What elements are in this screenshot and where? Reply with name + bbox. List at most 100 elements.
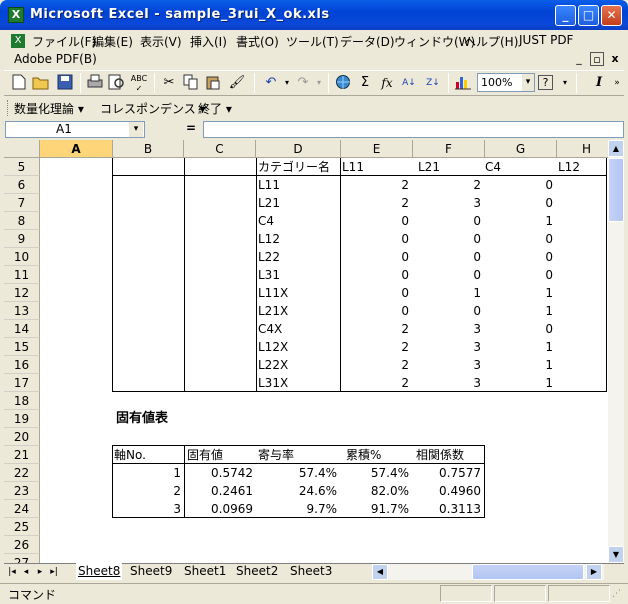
- new-file-icon[interactable]: [10, 74, 28, 92]
- help-icon[interactable]: ?: [538, 75, 553, 90]
- sheet-tab-sheet1[interactable]: Sheet1: [182, 563, 228, 580]
- row-header[interactable]: 7: [4, 194, 40, 212]
- table-cell[interactable]: 3: [413, 194, 481, 212]
- redo-dropdown-icon[interactable]: ▾: [310, 74, 328, 92]
- table-cell[interactable]: 2: [341, 374, 409, 392]
- table-cell[interactable]: 0.7577: [413, 464, 481, 482]
- row-header[interactable]: 15: [4, 338, 40, 356]
- table-cell[interactable]: 1: [485, 212, 553, 230]
- name-box[interactable]: A1: [5, 121, 145, 138]
- eigenvalue-table-title[interactable]: 固有値表: [116, 410, 168, 428]
- table-header-cell[interactable]: 累積%: [346, 446, 381, 464]
- table-cell[interactable]: 2: [113, 482, 181, 500]
- last-sheet-button[interactable]: ▸|: [48, 565, 60, 579]
- table-header-cell[interactable]: C4: [485, 158, 501, 176]
- row-header[interactable]: 24: [4, 500, 40, 518]
- row-header[interactable]: 14: [4, 320, 40, 338]
- column-header-e[interactable]: E: [341, 140, 413, 158]
- format-painter-icon[interactable]: 🖌: [228, 74, 246, 92]
- sheet-tab-sheet8[interactable]: Sheet8: [76, 563, 123, 580]
- print-preview-icon[interactable]: [108, 74, 126, 92]
- table-cell[interactable]: 82.0%: [341, 482, 409, 500]
- table-cell[interactable]: 91.7%: [341, 500, 409, 518]
- menu-tools[interactable]: ツール(T): [286, 33, 339, 50]
- table-cell[interactable]: 0: [413, 266, 481, 284]
- workbook-icon[interactable]: X: [11, 34, 25, 48]
- minimize-button[interactable]: _: [555, 5, 576, 26]
- help-dropdown-icon[interactable]: ▾: [556, 74, 574, 92]
- toolbar-grip[interactable]: [7, 100, 10, 116]
- insert-function-icon[interactable]: fx: [378, 74, 396, 92]
- first-sheet-button[interactable]: |◂: [6, 565, 18, 579]
- table-header-cell[interactable]: 軸No.: [114, 446, 146, 464]
- italic-button[interactable]: I: [590, 74, 608, 92]
- category-name-cell[interactable]: L11: [258, 176, 280, 194]
- sort-ascending-icon[interactable]: A↓: [400, 74, 418, 92]
- quantification-theory-menu[interactable]: 数量化理論 ▾: [14, 100, 84, 117]
- horizontal-scroll-thumb[interactable]: [472, 564, 584, 580]
- table-cell[interactable]: 3: [413, 374, 481, 392]
- table-cell[interactable]: 0: [341, 248, 409, 266]
- row-header[interactable]: 17: [4, 374, 40, 392]
- table-cell[interactable]: 2: [341, 320, 409, 338]
- column-header-c[interactable]: C: [184, 140, 256, 158]
- category-name-cell[interactable]: C4X: [258, 320, 282, 338]
- table-header-cell[interactable]: L11: [342, 158, 364, 176]
- worksheet-grid[interactable]: A B C D E F G H 5 6 7 8 9 10 11 12 13 14…: [4, 140, 608, 563]
- row-header[interactable]: 25: [4, 518, 40, 536]
- menu-adobe-pdf[interactable]: Adobe PDF(B): [14, 52, 97, 66]
- category-name-cell[interactable]: L22X: [258, 356, 288, 374]
- row-header[interactable]: 19: [4, 410, 40, 428]
- column-header-g[interactable]: G: [485, 140, 557, 158]
- table-cell[interactable]: 0.5742: [185, 464, 253, 482]
- table-header-cell[interactable]: 固有値: [187, 446, 223, 464]
- column-header-h[interactable]: H: [557, 140, 608, 158]
- exit-menu[interactable]: 終了 ▾: [198, 100, 232, 117]
- scroll-left-button[interactable]: ◀: [372, 564, 388, 580]
- cut-icon[interactable]: ✂: [160, 74, 178, 92]
- column-header-d[interactable]: D: [256, 140, 341, 158]
- category-name-cell[interactable]: L12X: [258, 338, 288, 356]
- open-folder-icon[interactable]: [32, 74, 50, 92]
- hyperlink-globe-icon[interactable]: [334, 74, 352, 92]
- table-header-cell[interactable]: L21: [418, 158, 440, 176]
- doc-restore-button[interactable]: ▫: [590, 52, 604, 66]
- table-cell[interactable]: 0: [413, 212, 481, 230]
- row-header[interactable]: 16: [4, 356, 40, 374]
- row-header[interactable]: 6: [4, 176, 40, 194]
- menu-help[interactable]: ヘルプ(H): [464, 33, 518, 50]
- print-icon[interactable]: [86, 74, 104, 92]
- table-cell[interactable]: 2: [341, 338, 409, 356]
- copy-icon[interactable]: [182, 74, 200, 92]
- prev-sheet-button[interactable]: ◂: [20, 565, 32, 579]
- table-cell[interactable]: 3: [413, 356, 481, 374]
- table-cell[interactable]: 0: [341, 284, 409, 302]
- table-header-cell[interactable]: L12: [558, 158, 580, 176]
- table-cell[interactable]: 0.3113: [413, 500, 481, 518]
- close-button[interactable]: ✕: [601, 5, 622, 26]
- table-cell[interactable]: 1: [485, 302, 553, 320]
- sheet-tab-sheet3[interactable]: Sheet3: [288, 563, 334, 580]
- menu-format[interactable]: 書式(O): [236, 33, 279, 50]
- menu-insert[interactable]: 挿入(I): [190, 33, 227, 50]
- row-header[interactable]: 21: [4, 446, 40, 464]
- table-cell[interactable]: 0.4960: [413, 482, 481, 500]
- category-name-cell[interactable]: L21: [258, 194, 280, 212]
- table-cell[interactable]: 24.6%: [257, 482, 337, 500]
- row-header[interactable]: 20: [4, 428, 40, 446]
- table-cell[interactable]: 0: [485, 230, 553, 248]
- category-name-cell[interactable]: L31X: [258, 374, 288, 392]
- row-header[interactable]: 22: [4, 464, 40, 482]
- table-cell[interactable]: 0: [485, 194, 553, 212]
- table-cell[interactable]: 0: [485, 248, 553, 266]
- category-name-cell[interactable]: L21X: [258, 302, 288, 320]
- table-cell[interactable]: 0: [485, 176, 553, 194]
- table-cell[interactable]: 9.7%: [257, 500, 338, 518]
- column-header-a[interactable]: A: [40, 140, 113, 158]
- menu-view[interactable]: 表示(V): [140, 33, 182, 50]
- table-cell[interactable]: 1: [485, 338, 553, 356]
- menu-just-pdf[interactable]: JUST PDF: [519, 33, 573, 47]
- table-cell[interactable]: 57.4%: [257, 464, 337, 482]
- formula-input[interactable]: [203, 121, 624, 138]
- maximize-button[interactable]: □: [578, 5, 599, 26]
